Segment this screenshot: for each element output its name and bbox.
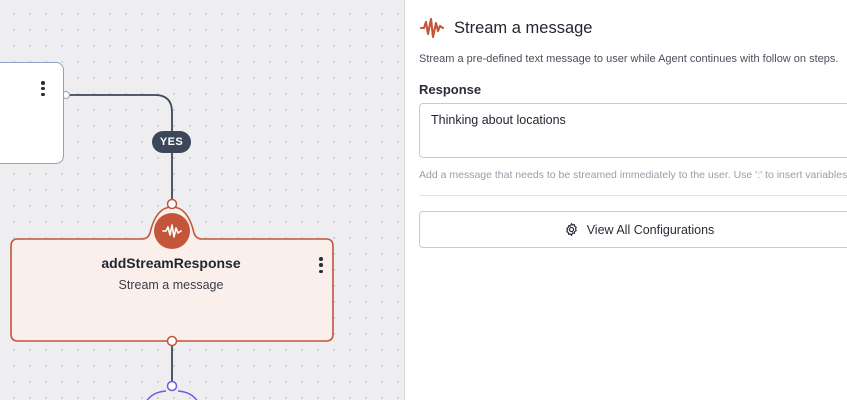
response-help-text: Add a message that needs to be streamed … (419, 169, 847, 181)
response-input[interactable]: Thinking about locations (419, 103, 847, 158)
divider (419, 195, 847, 196)
node-title: addStreamResponse (101, 255, 241, 271)
response-label: Response (419, 82, 482, 97)
waveform-icon (154, 213, 190, 249)
edge-label-yes: YES (152, 131, 191, 153)
next-node-outline (146, 390, 167, 400)
node-subtitle: Stream a message (118, 278, 224, 292)
panel-title: Stream a message (454, 18, 593, 37)
waveform-icon (420, 16, 444, 40)
view-all-configurations-button[interactable]: View All Configurations (419, 211, 847, 248)
canvas-wires (10, 91, 334, 400)
workflow-canvas[interactable]: YES addStreamResponse Stream a message (0, 0, 405, 400)
stream-node-out-port (166, 335, 178, 347)
gear-icon (564, 222, 579, 237)
config-button-label: View All Configurations (586, 222, 715, 237)
panel-header: Stream a message (420, 16, 592, 40)
previous-node[interactable] (0, 62, 64, 164)
more-options-icon[interactable] (39, 81, 47, 96)
properties-panel: Stream a message Stream a pre-defined te… (406, 0, 847, 400)
more-options-icon[interactable] (317, 257, 325, 273)
next-node-in-port (166, 380, 178, 392)
stream-node-in-port (166, 198, 178, 210)
panel-description: Stream a pre-defined text message to use… (419, 53, 839, 65)
